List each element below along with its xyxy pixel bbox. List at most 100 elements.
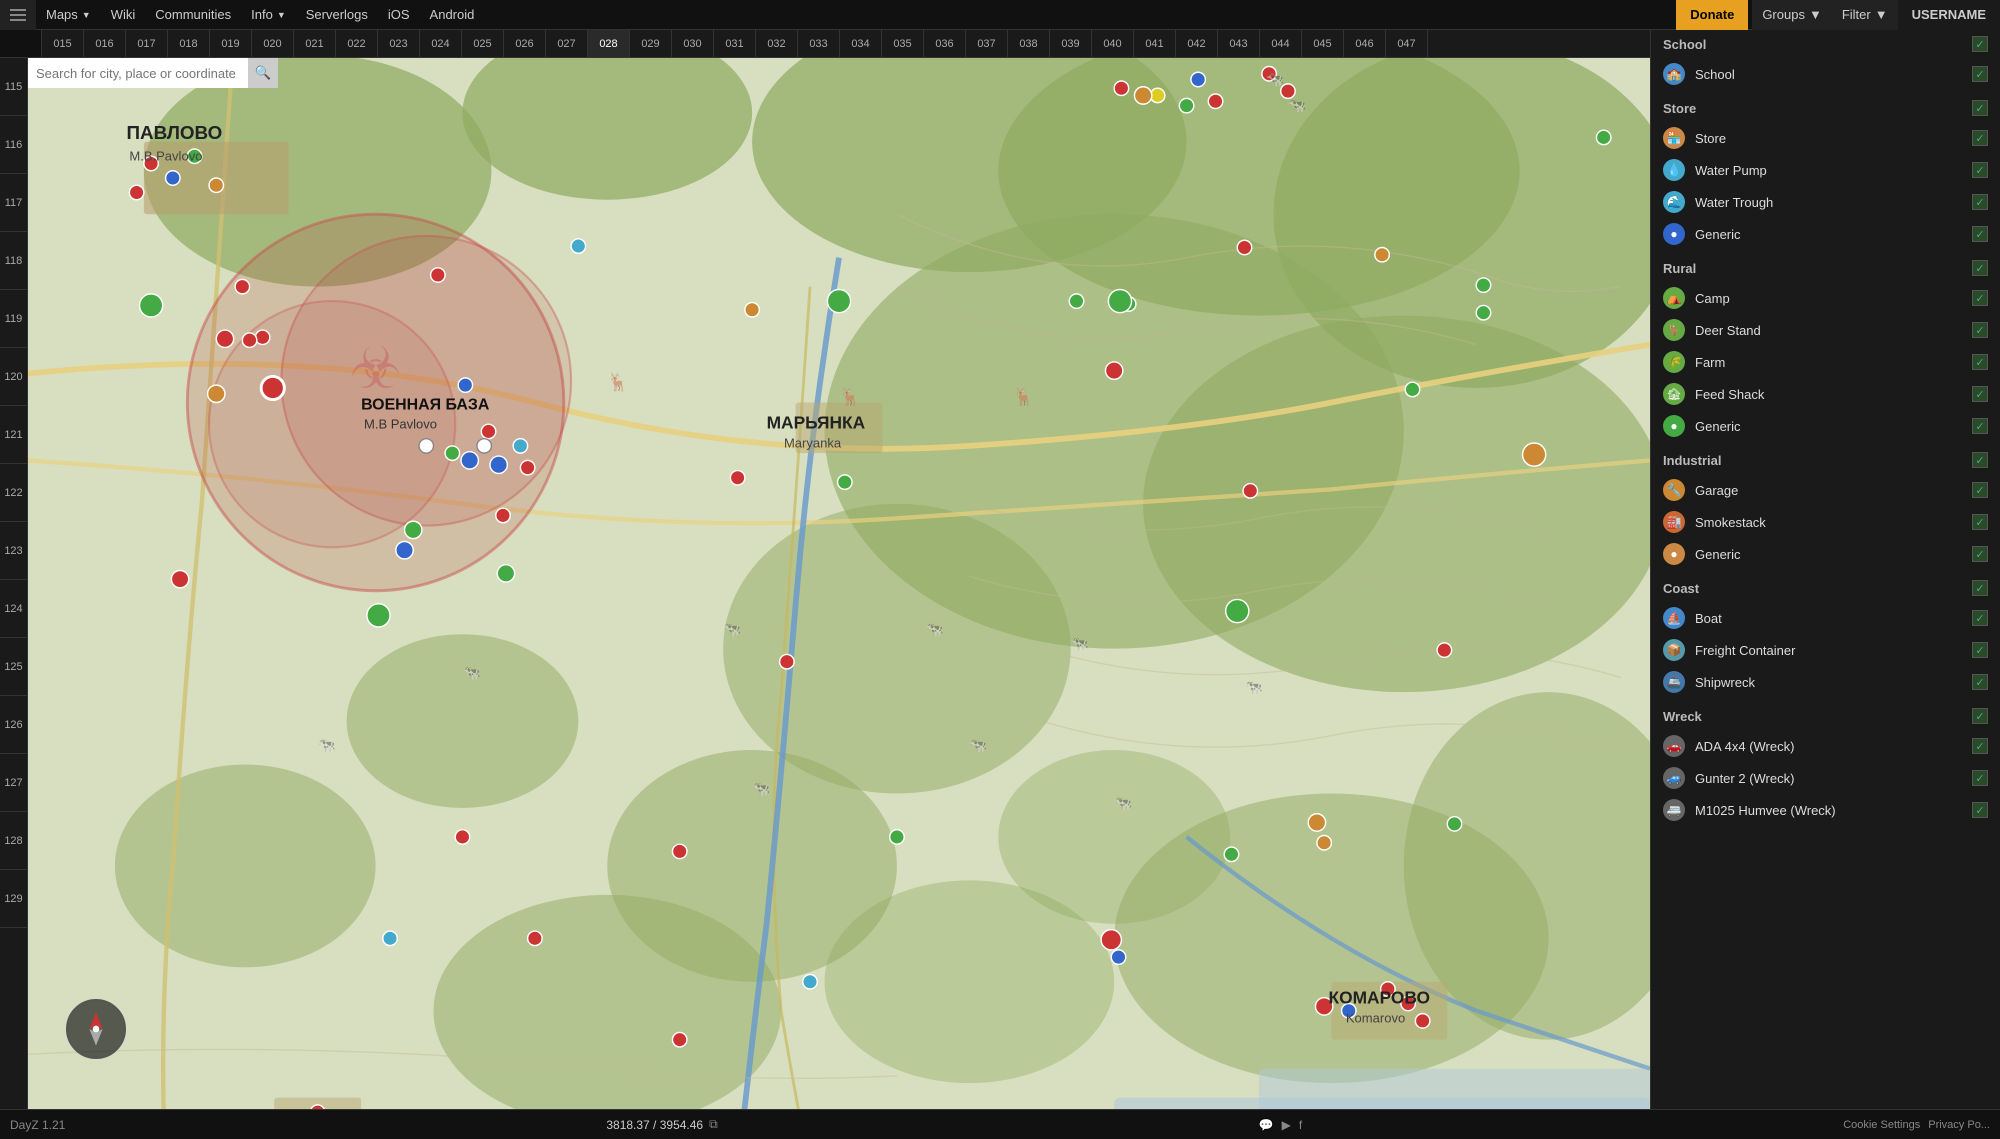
section-store[interactable]: Store	[1651, 94, 2000, 122]
row-124: 124	[0, 580, 27, 638]
nav-android[interactable]: Android	[420, 0, 485, 30]
item-gunter-wreck[interactable]: 🚙 Gunter 2 (Wreck)	[1651, 762, 2000, 794]
gunter-icon: 🚙	[1663, 767, 1685, 789]
section-industrial-label: Industrial	[1663, 453, 1722, 468]
ada-wreck-checkbox[interactable]	[1972, 738, 1988, 754]
deerstand-label: Deer Stand	[1695, 323, 1962, 338]
section-wreck[interactable]: Wreck	[1651, 702, 2000, 730]
section-rural-checkbox[interactable]	[1972, 260, 1988, 276]
search-input[interactable]	[28, 58, 248, 88]
generic-city-checkbox[interactable]	[1972, 226, 1988, 242]
privacy-policy[interactable]: Privacy Po...	[1928, 1119, 1990, 1131]
section-industrial-checkbox[interactable]	[1972, 452, 1988, 468]
nav-wiki[interactable]: Wiki	[101, 0, 146, 30]
boat-icon: ⛵	[1663, 607, 1685, 629]
nav-communities[interactable]: Communities	[145, 0, 241, 30]
coord-020: 020	[252, 30, 294, 58]
store-checkbox[interactable]	[1972, 130, 1988, 146]
coord-032: 032	[756, 30, 798, 58]
boat-checkbox[interactable]	[1972, 610, 1988, 626]
nav-info[interactable]: Info▼	[241, 0, 296, 30]
smokestack-checkbox[interactable]	[1972, 514, 1988, 530]
watertrough-checkbox[interactable]	[1972, 194, 1988, 210]
generic-industrial-checkbox[interactable]	[1972, 546, 1988, 562]
youtube-icon[interactable]: ▶	[1282, 1118, 1291, 1132]
item-deerstand[interactable]: 🦌 Deer Stand	[1651, 314, 2000, 346]
coord-042: 042	[1176, 30, 1218, 58]
waterpump-checkbox[interactable]	[1972, 162, 1988, 178]
waterpump-icon: 💧	[1663, 159, 1685, 181]
nav-serverlogs[interactable]: Serverlogs	[296, 0, 378, 30]
nav-ios[interactable]: iOS	[378, 0, 420, 30]
filter-button[interactable]: Filter▼	[1832, 0, 1898, 30]
item-smokestack[interactable]: 🏭 Smokestack	[1651, 506, 2000, 538]
section-industrial[interactable]: Industrial	[1651, 446, 2000, 474]
gunter-wreck-checkbox[interactable]	[1972, 770, 1988, 786]
item-store[interactable]: 🏪 Store	[1651, 122, 2000, 154]
item-generic-rural[interactable]: ● Generic	[1651, 410, 2000, 442]
item-school[interactable]: 🏫 School	[1651, 58, 2000, 90]
social-links: 💬 ▶ f	[1259, 1118, 1303, 1132]
section-rural[interactable]: Rural	[1651, 254, 2000, 282]
generic-rural-label: Generic	[1695, 419, 1962, 434]
item-ada-wreck[interactable]: 🚗 ADA 4x4 (Wreck)	[1651, 730, 2000, 762]
item-camp[interactable]: ⛺ Camp	[1651, 282, 2000, 314]
generic-rural-checkbox[interactable]	[1972, 418, 1988, 434]
coord-046: 046	[1344, 30, 1386, 58]
item-boat[interactable]: ⛵ Boat	[1651, 602, 2000, 634]
svg-text:КОМАРОВО: КОМАРОВО	[1328, 987, 1430, 1007]
item-generic-city[interactable]: ● Generic	[1651, 218, 2000, 250]
section-school-checkbox[interactable]	[1972, 36, 1988, 52]
farm-checkbox[interactable]	[1972, 354, 1988, 370]
facebook-icon[interactable]: f	[1299, 1118, 1302, 1132]
row-115: 115	[0, 58, 27, 116]
coord-040: 040	[1092, 30, 1134, 58]
item-waterpump[interactable]: 💧 Water Pump	[1651, 154, 2000, 186]
donate-button[interactable]: Donate	[1676, 0, 1748, 30]
boat-label: Boat	[1695, 611, 1962, 626]
coord-041: 041	[1134, 30, 1176, 58]
section-store-checkbox[interactable]	[1972, 100, 1988, 116]
deerstand-icon: 🦌	[1663, 319, 1685, 341]
groups-button[interactable]: Groups▼	[1752, 0, 1832, 30]
shipwreck-checkbox[interactable]	[1972, 674, 1988, 690]
nav-maps[interactable]: Maps▼	[36, 0, 101, 30]
svg-text:🐄: 🐄	[1114, 796, 1132, 812]
section-school[interactable]: School	[1651, 30, 2000, 58]
discord-icon[interactable]: 💬	[1259, 1118, 1274, 1132]
svg-text:☣: ☣	[350, 337, 402, 401]
copy-coords-button[interactable]: ⧉	[709, 1117, 718, 1132]
item-generic-industrial[interactable]: ● Generic	[1651, 538, 2000, 570]
school-checkbox[interactable]	[1972, 66, 1988, 82]
svg-text:🐄: 🐄	[969, 738, 987, 754]
item-shipwreck[interactable]: 🚢 Shipwreck	[1651, 666, 2000, 698]
svg-text:🐄: 🐄	[752, 781, 770, 797]
search-button[interactable]: 🔍	[248, 58, 278, 88]
section-coast-checkbox[interactable]	[1972, 580, 1988, 596]
coord-039: 039	[1050, 30, 1092, 58]
gunter-wreck-label: Gunter 2 (Wreck)	[1695, 771, 1962, 786]
item-garage[interactable]: 🔧 Garage	[1651, 474, 2000, 506]
coord-025: 025	[462, 30, 504, 58]
item-farm[interactable]: 🌾 Farm	[1651, 346, 2000, 378]
farm-label: Farm	[1695, 355, 1962, 370]
section-coast[interactable]: Coast	[1651, 574, 2000, 602]
garage-checkbox[interactable]	[1972, 482, 1988, 498]
feedshack-checkbox[interactable]	[1972, 386, 1988, 402]
cookie-settings[interactable]: Cookie Settings	[1843, 1119, 1920, 1131]
item-watertrough[interactable]: 🌊 Water Trough	[1651, 186, 2000, 218]
row-numbers: 115 116 117 118 119 120 121 122 123 124 …	[0, 58, 28, 1109]
item-humvee-wreck[interactable]: 🚐 M1025 Humvee (Wreck)	[1651, 794, 2000, 826]
svg-text:Maryanka: Maryanka	[784, 435, 842, 450]
deerstand-checkbox[interactable]	[1972, 322, 1988, 338]
row-116: 116	[0, 116, 27, 174]
map-view[interactable]: ☣	[28, 58, 1650, 1109]
camp-checkbox[interactable]	[1972, 290, 1988, 306]
item-feedshack[interactable]: 🏚 Feed Shack	[1651, 378, 2000, 410]
section-wreck-checkbox[interactable]	[1972, 708, 1988, 724]
item-freight-container[interactable]: 📦 Freight Container	[1651, 634, 2000, 666]
feedshack-label: Feed Shack	[1695, 387, 1962, 402]
humvee-wreck-checkbox[interactable]	[1972, 802, 1988, 818]
ada-icon: 🚗	[1663, 735, 1685, 757]
freight-container-checkbox[interactable]	[1972, 642, 1988, 658]
